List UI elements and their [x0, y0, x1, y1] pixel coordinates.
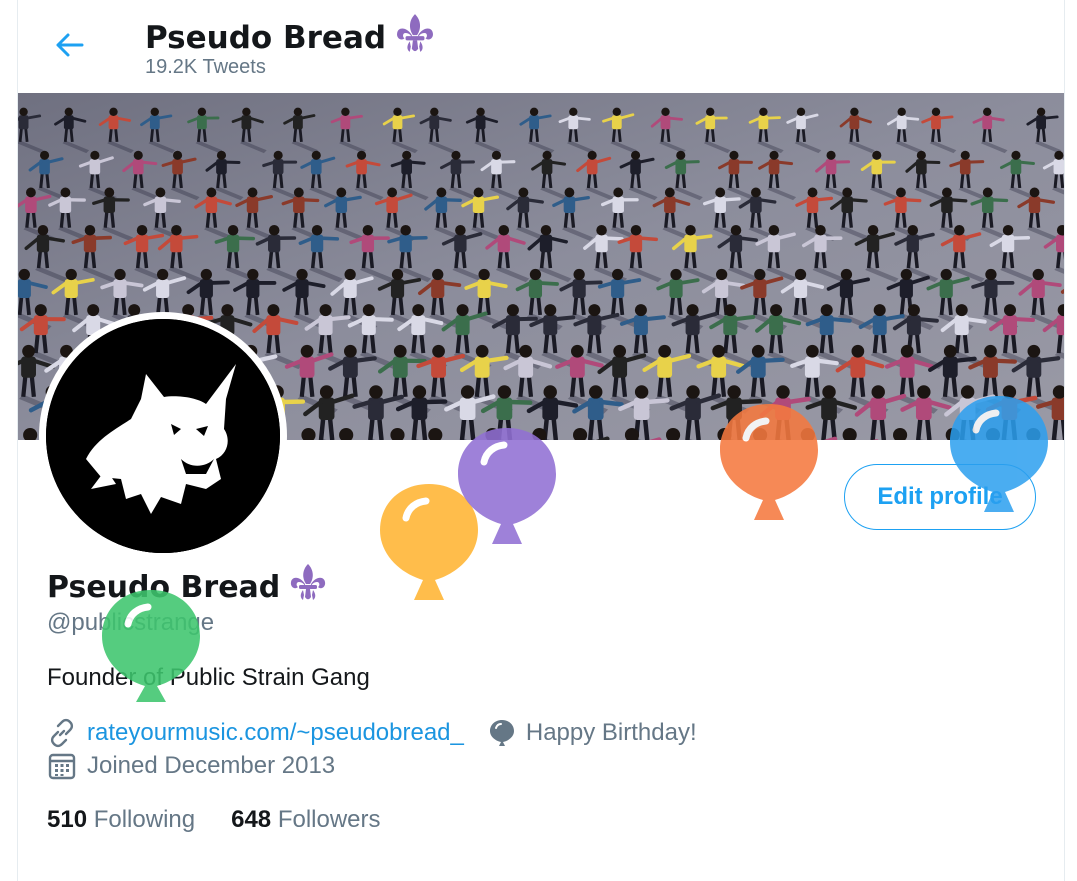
profile-display-name-row: Pseudo Bread: [47, 562, 328, 613]
following-label: Following: [93, 806, 196, 833]
fleur-de-lis-icon: [288, 562, 328, 613]
followers-stat[interactable]: 648 Followers: [231, 806, 380, 834]
avatar[interactable]: [39, 312, 287, 560]
followers-label: Followers: [277, 806, 381, 833]
follow-stats: 510 Following 648 Followers: [47, 806, 417, 834]
birthday-item: Happy Birthday!: [488, 718, 697, 748]
profile-page: Pseudo Bread 19.2K Tweets Edit profile P…: [0, 0, 1077, 881]
followers-count: 648: [231, 806, 272, 833]
joined-row: Joined December 2013: [47, 751, 335, 781]
profile-meta-row: rateyourmusic.com/~pseudobread_ Happy Bi…: [47, 718, 697, 748]
avatar-image: [46, 319, 280, 553]
profile-display-name: Pseudo Bread: [47, 569, 281, 605]
profile-bio: Founder of Public Strain Gang: [47, 664, 370, 691]
page-margin: [0, 0, 17, 881]
profile-handle: @publicstrange: [47, 609, 215, 636]
link-icon: [47, 718, 77, 748]
edit-profile-button[interactable]: Edit profile: [844, 464, 1036, 530]
following-stat[interactable]: 510 Following: [47, 806, 195, 834]
following-count: 510: [47, 806, 88, 833]
back-arrow-icon: [56, 33, 84, 57]
back-button[interactable]: [52, 28, 88, 62]
header-display-name: Pseudo Bread: [145, 20, 387, 56]
website-link[interactable]: rateyourmusic.com/~pseudobread_: [87, 719, 464, 747]
tweet-count: 19.2K Tweets: [145, 56, 266, 78]
birthday-text: Happy Birthday!: [525, 719, 697, 746]
balloon-icon: [488, 718, 516, 748]
calendar-icon: [47, 751, 77, 781]
fleur-de-lis-icon: [394, 12, 436, 64]
joined-date: Joined December 2013: [87, 752, 336, 779]
